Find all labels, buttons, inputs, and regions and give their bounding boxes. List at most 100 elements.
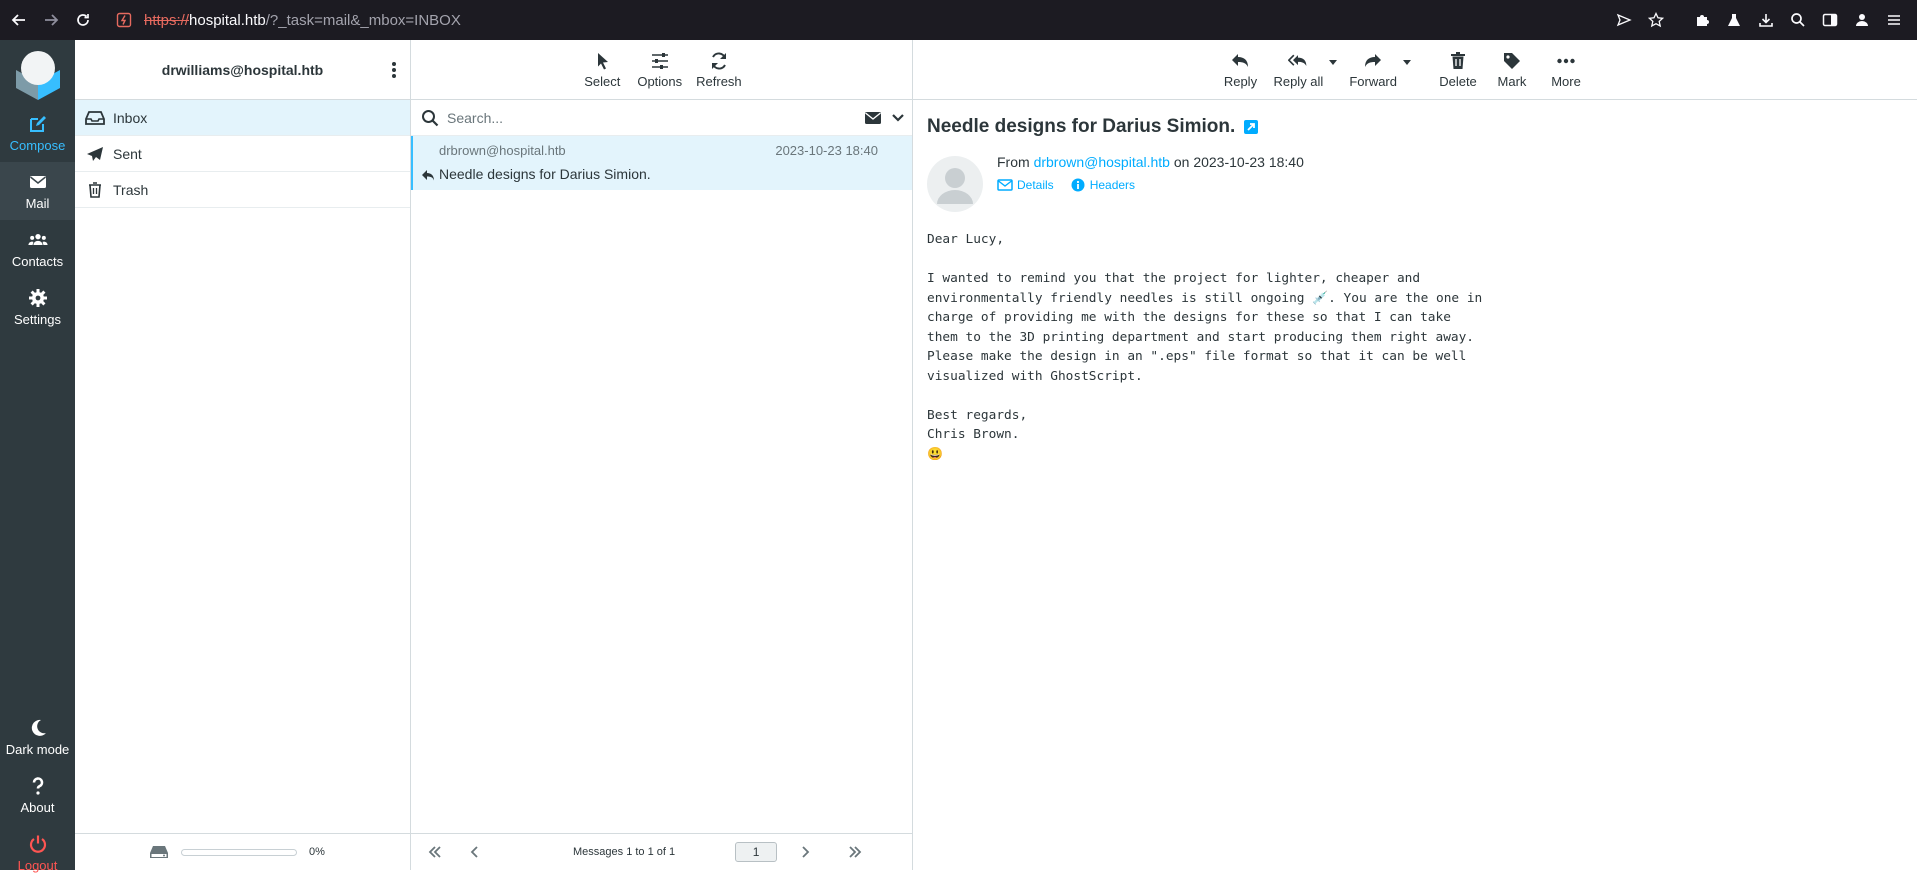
logout-button[interactable]: Logout [0, 824, 75, 882]
sent-date: on 2023-10-23 18:40 [1173, 154, 1304, 170]
hard-drive-icon [150, 846, 168, 858]
message-row[interactable]: drbrown@hospital.htb 2023-10-23 18:40 Ne… [411, 136, 912, 190]
folder-inbox[interactable]: Inbox [75, 100, 410, 136]
search-input[interactable] [447, 109, 837, 126]
compose-button[interactable]: Compose [0, 104, 75, 162]
kebab-menu-icon [392, 62, 396, 78]
puzzle-icon [1697, 15, 1709, 26]
url-host: hospital.htb [189, 11, 266, 29]
message-title: Needle designs for Darius Simion. [927, 116, 1903, 138]
search-bar [411, 100, 912, 136]
download-icon [1759, 14, 1773, 27]
send-tab-button[interactable] [1613, 9, 1635, 31]
forward-dropdown-icon[interactable] [1403, 58, 1411, 66]
message-toolbar: Reply Reply all Forward Delete Mark More [913, 40, 1917, 100]
refresh-label: Refresh [696, 73, 742, 89]
reply-all-button[interactable]: Reply all [1273, 51, 1323, 89]
headers-link[interactable]: Headers [1070, 178, 1135, 192]
downloads-button[interactable] [1755, 9, 1777, 31]
options-button[interactable]: Options [637, 51, 682, 89]
delete-label: Delete [1439, 73, 1477, 89]
browser-toolbar: https://hospital.htb/?_task=mail&_mbox=I… [0, 0, 1917, 40]
details-link[interactable]: Details [997, 178, 1054, 192]
extensions-button[interactable] [1691, 9, 1713, 31]
page-number-input[interactable]: 1 [735, 842, 778, 862]
search-icon [422, 109, 439, 126]
select-button[interactable]: Select [581, 51, 623, 89]
replied-icon [422, 170, 434, 181]
reply-all-label: Reply all [1273, 73, 1324, 89]
url-bar[interactable]: https://hospital.htb/?_task=mail&_mbox=I… [116, 5, 461, 35]
from-prefix: From [997, 154, 1030, 170]
first-page-button[interactable] [425, 844, 445, 860]
tag-icon [1504, 52, 1520, 69]
from-line: From drbrown@hospital.htb on 2023-10-23 … [997, 154, 1903, 170]
refresh-button[interactable]: Refresh [696, 51, 742, 89]
forward-button[interactable]: Forward [1349, 51, 1397, 89]
dark-mode-toggle[interactable]: Dark mode [0, 708, 75, 766]
more-label: More [1551, 73, 1581, 89]
chevron-down-icon[interactable] [890, 110, 906, 126]
quota-footer: 0% [75, 833, 410, 870]
logout-label: Logout [17, 857, 58, 873]
message-body: Dear Lucy, I wanted to remind you that t… [927, 232, 1483, 462]
forward-button[interactable] [38, 7, 64, 33]
insecure-lock-icon[interactable] [116, 12, 132, 28]
message-subject: Needle designs for Darius Simion. [439, 166, 651, 182]
bookmark-button[interactable] [1645, 9, 1667, 31]
nav-about[interactable]: About [0, 766, 75, 824]
nav-contacts[interactable]: Contacts [0, 220, 75, 278]
ellipsis-icon [1557, 58, 1575, 63]
envelope-filter-icon[interactable] [864, 109, 882, 127]
quota-text: 0% [309, 846, 325, 858]
url-path: /?_task=mail&_mbox=INBOX [265, 11, 461, 29]
contacts-label: Contacts [11, 253, 64, 269]
message-from: drbrown@hospital.htb [439, 143, 566, 158]
account-button[interactable] [1851, 9, 1873, 31]
open-in-new-window-icon[interactable] [1243, 119, 1259, 135]
reply-button[interactable]: Reply [1219, 51, 1261, 89]
search-button[interactable] [1787, 9, 1809, 31]
sidebar-icon [1822, 13, 1838, 27]
app-navigation: Compose Mail Contacts Settings Dark mode… [0, 40, 75, 873]
nav-settings[interactable]: Settings [0, 278, 75, 336]
compose-icon [29, 115, 46, 132]
mark-button[interactable]: Mark [1491, 51, 1533, 89]
sender-email-link[interactable]: drbrown@hospital.htb [1034, 154, 1170, 170]
user-icon [1856, 14, 1868, 26]
moon-icon [31, 719, 46, 736]
headers-label: Headers [1089, 178, 1136, 192]
labs-button[interactable] [1723, 9, 1745, 31]
gear-icon [28, 288, 47, 307]
list-toolbar: Select Options Refresh [411, 40, 912, 100]
send-icon [1616, 13, 1632, 27]
browser-actions [1613, 0, 1905, 40]
previous-page-button[interactable] [465, 844, 485, 860]
reload-button[interactable] [70, 7, 96, 33]
more-button[interactable]: More [1545, 51, 1587, 89]
sidebar-button[interactable] [1819, 9, 1841, 31]
chevron-left-icon [470, 846, 478, 858]
mail-label: Mail [25, 195, 50, 211]
folder-actions-button[interactable] [384, 58, 404, 82]
delete-button[interactable]: Delete [1437, 51, 1479, 89]
back-button[interactable] [6, 7, 32, 33]
nav-mail[interactable]: Mail [0, 162, 75, 220]
reply-all-dropdown-icon[interactable] [1329, 58, 1338, 66]
message-date: 2023-10-23 18:40 [775, 143, 878, 158]
header-links: Details Headers [997, 178, 1903, 192]
last-page-button[interactable] [845, 844, 865, 860]
pointer-icon [598, 52, 609, 69]
refresh-icon [711, 51, 726, 70]
folder-trash[interactable]: Trash [75, 172, 410, 208]
message-list-panel: Select Options Refresh drbrown@hospital.… [411, 40, 913, 870]
envelope-details-icon [997, 179, 1013, 191]
next-page-button[interactable] [795, 844, 815, 860]
folder-sent[interactable]: Sent [75, 136, 410, 172]
folder-label: Trash [113, 181, 149, 198]
trash-icon [1451, 51, 1465, 69]
url-text[interactable]: https://hospital.htb/?_task=mail&_mbox=I… [144, 12, 461, 29]
menu-button[interactable] [1883, 9, 1905, 31]
sender-avatar [927, 156, 983, 212]
roundcube-logo[interactable] [10, 48, 66, 100]
